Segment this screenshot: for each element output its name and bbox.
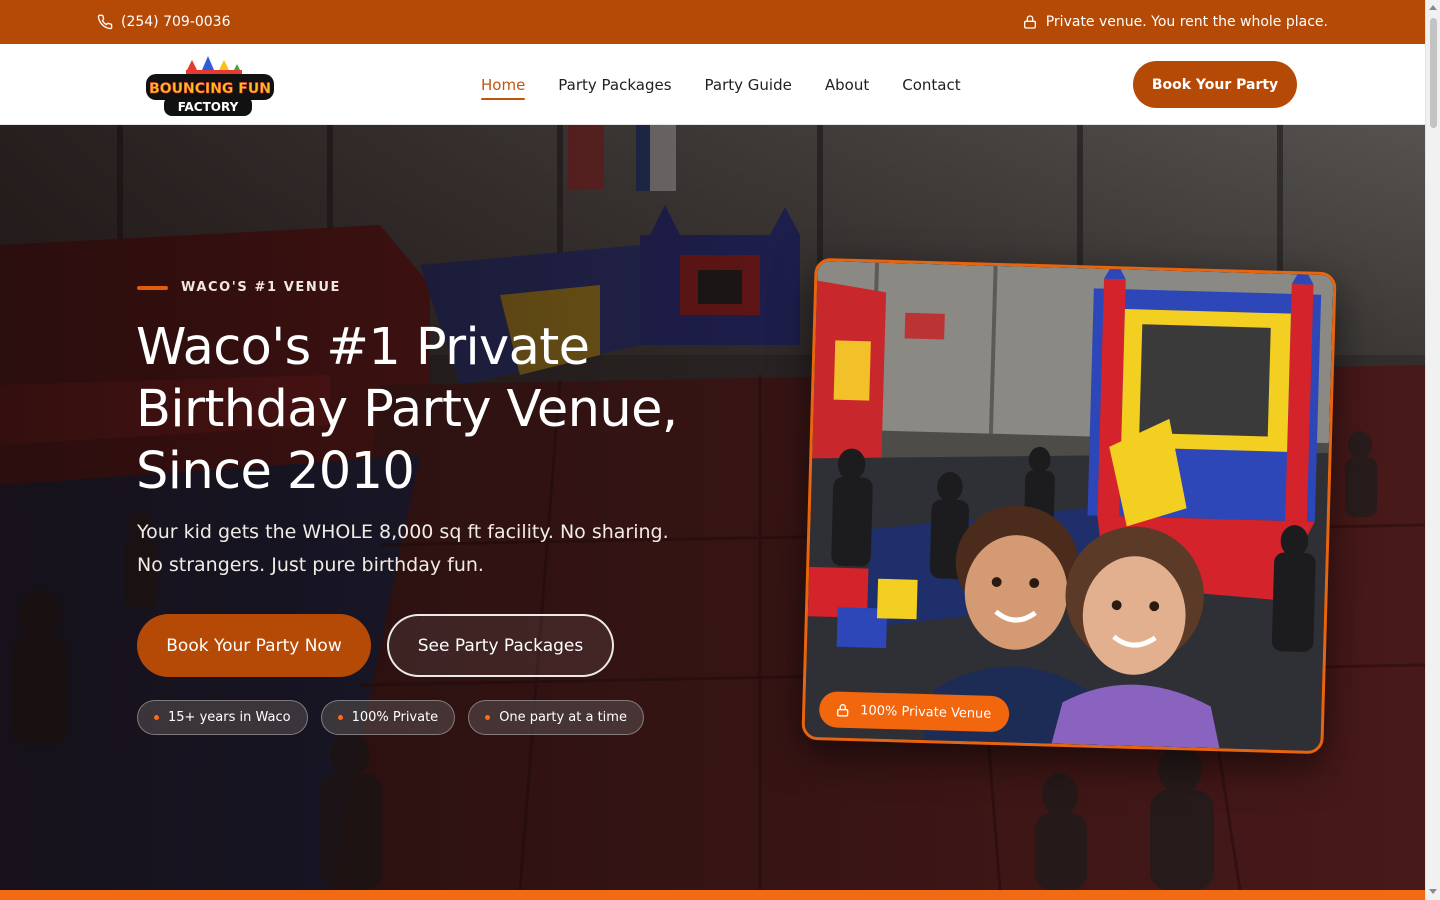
chip-dot (154, 715, 159, 720)
main-nav: BOUNCING FUN FACTORY Home Party Packages… (0, 44, 1425, 125)
scroll-thumb[interactable] (1430, 18, 1437, 128)
hero-photo-card: 100% Private Venue (801, 257, 1337, 755)
phone-icon (97, 14, 113, 30)
book-your-party-now-button[interactable]: Book Your Party Now (137, 614, 371, 677)
hero-subtitle: Your kid gets the WHOLE 8,000 sq ft faci… (137, 521, 669, 576)
kids-bounce-house-photo (804, 260, 1334, 752)
see-party-packages-button[interactable]: See Party Packages (387, 614, 614, 677)
logo-text-line1: BOUNCING FUN (149, 81, 271, 97)
logo-text-line2: FACTORY (178, 100, 239, 114)
private-venue-badge-text: 100% Private Venue (860, 702, 992, 722)
hero-title: Waco's #1 Private Birthday Party Venue, … (136, 317, 736, 503)
chip-label: 100% Private (351, 710, 439, 725)
chip-private: 100% Private (320, 700, 456, 735)
book-your-party-button[interactable]: Book Your Party (1133, 61, 1297, 108)
bouncing-fun-factory-logo[interactable]: BOUNCING FUN FACTORY (142, 52, 276, 118)
phone-link[interactable]: (254) 709-0036 (97, 14, 231, 30)
private-notice: Private venue. You rent the whole place. (1022, 14, 1328, 30)
private-venue-badge: 100% Private Venue (818, 691, 1010, 733)
hero-title-line-2: Birthday Party Venue, (136, 380, 678, 439)
hero-section: WACO'S #1 VENUE Waco's #1 Private Birthd… (0, 125, 1425, 890)
phone-number[interactable]: (254) 709-0036 (121, 14, 231, 30)
lock-icon (836, 703, 849, 717)
nav-party-packages[interactable]: Party Packages (558, 70, 671, 100)
hero-title-line-1: Waco's #1 Private (136, 318, 590, 377)
chip-dot (337, 715, 343, 720)
eyebrow-accent-bar (137, 285, 168, 290)
chip-label: One party at a time (499, 710, 627, 725)
chip-years: 15+ years in Waco (137, 700, 308, 735)
private-notice-text: Private venue. You rent the whole place. (1045, 14, 1328, 30)
nav-party-guide[interactable]: Party Guide (705, 70, 792, 100)
chip-one-party: One party at a time (468, 700, 644, 735)
page-scrollbar[interactable] (1425, 0, 1440, 900)
scroll-up-arrow-icon[interactable] (1429, 5, 1437, 10)
top-bar: (254) 709-0036 Private venue. You rent t… (0, 0, 1425, 44)
eyebrow-text: WACO'S #1 VENUE (181, 280, 341, 295)
hero-eyebrow: WACO'S #1 VENUE (137, 280, 341, 295)
section-divider-stripe (0, 890, 1425, 900)
chip-label: 15+ years in Waco (168, 710, 291, 725)
lock-icon (1023, 15, 1036, 29)
nav-about[interactable]: About (825, 70, 869, 100)
nav-links: Home Party Packages Party Guide About Co… (481, 44, 961, 125)
nav-home[interactable]: Home (481, 70, 526, 100)
nav-contact[interactable]: Contact (902, 70, 960, 100)
chip-dot (485, 715, 491, 720)
scroll-down-arrow-icon[interactable] (1429, 889, 1437, 894)
hero-title-line-3: Since 2010 (136, 442, 415, 501)
hero-highlight-chips: 15+ years in Waco 100% Private One party… (137, 700, 644, 735)
